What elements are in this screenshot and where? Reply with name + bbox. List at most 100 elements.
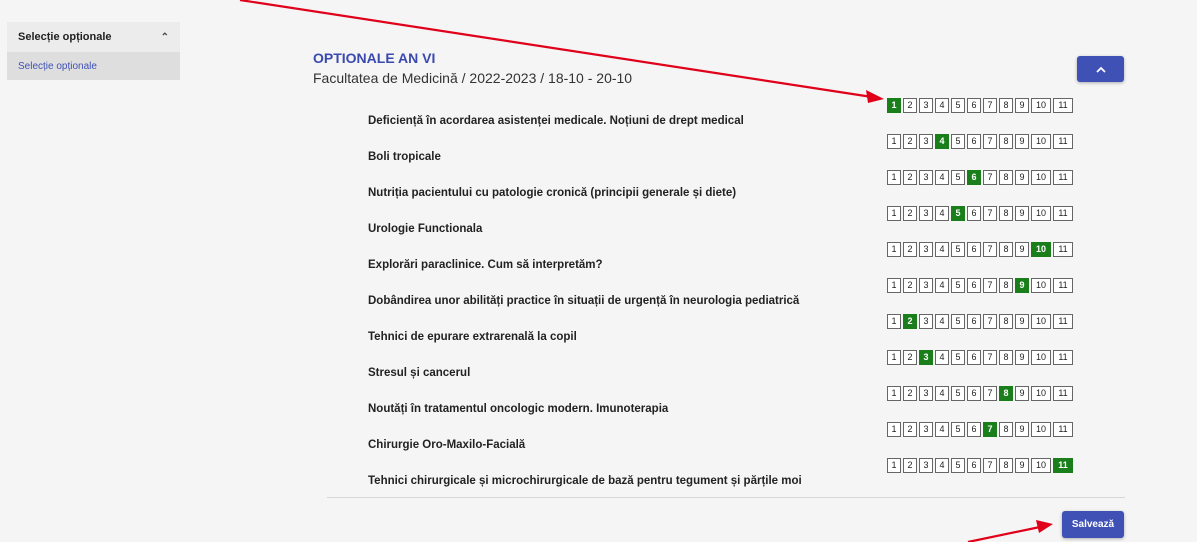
rank-option-9[interactable]: 9 xyxy=(1015,170,1029,185)
rank-option-3[interactable]: 3 xyxy=(919,170,933,185)
rank-option-4[interactable]: 4 xyxy=(935,206,949,221)
rank-option-8[interactable]: 8 xyxy=(999,206,1013,221)
rank-option-8[interactable]: 8 xyxy=(999,422,1013,437)
rank-option-6[interactable]: 6 xyxy=(967,98,981,113)
rank-option-6[interactable]: 6 xyxy=(967,278,981,293)
sidebar-section-header[interactable]: Selecție opționale ⌃ xyxy=(7,22,180,52)
rank-option-5[interactable]: 5 xyxy=(951,206,965,221)
rank-option-2[interactable]: 2 xyxy=(903,386,917,401)
rank-option-1[interactable]: 1 xyxy=(887,278,901,293)
rank-option-4[interactable]: 4 xyxy=(935,386,949,401)
rank-option-2[interactable]: 2 xyxy=(903,242,917,257)
rank-option-8[interactable]: 8 xyxy=(999,314,1013,329)
rank-option-9[interactable]: 9 xyxy=(1015,242,1029,257)
rank-option-11[interactable]: 11 xyxy=(1053,134,1073,149)
rank-option-10[interactable]: 10 xyxy=(1031,314,1051,329)
rank-option-4[interactable]: 4 xyxy=(935,278,949,293)
rank-option-1[interactable]: 1 xyxy=(887,134,901,149)
rank-option-9[interactable]: 9 xyxy=(1015,422,1029,437)
rank-option-6[interactable]: 6 xyxy=(967,170,981,185)
rank-option-6[interactable]: 6 xyxy=(967,386,981,401)
rank-option-7[interactable]: 7 xyxy=(983,242,997,257)
rank-option-8[interactable]: 8 xyxy=(999,350,1013,365)
rank-option-9[interactable]: 9 xyxy=(1015,206,1029,221)
rank-option-4[interactable]: 4 xyxy=(935,98,949,113)
rank-option-1[interactable]: 1 xyxy=(887,314,901,329)
rank-option-7[interactable]: 7 xyxy=(983,170,997,185)
rank-option-5[interactable]: 5 xyxy=(951,98,965,113)
rank-option-2[interactable]: 2 xyxy=(903,422,917,437)
rank-option-3[interactable]: 3 xyxy=(919,206,933,221)
rank-option-11[interactable]: 11 xyxy=(1053,206,1073,221)
rank-option-2[interactable]: 2 xyxy=(903,350,917,365)
rank-option-5[interactable]: 5 xyxy=(951,422,965,437)
rank-option-4[interactable]: 4 xyxy=(935,242,949,257)
collapse-button[interactable] xyxy=(1077,56,1124,82)
rank-option-8[interactable]: 8 xyxy=(999,242,1013,257)
rank-option-5[interactable]: 5 xyxy=(951,350,965,365)
rank-option-3[interactable]: 3 xyxy=(919,98,933,113)
save-button[interactable]: Salvează xyxy=(1062,511,1124,538)
rank-option-6[interactable]: 6 xyxy=(967,422,981,437)
rank-option-10[interactable]: 10 xyxy=(1031,278,1051,293)
rank-option-9[interactable]: 9 xyxy=(1015,278,1029,293)
rank-option-7[interactable]: 7 xyxy=(983,98,997,113)
rank-option-1[interactable]: 1 xyxy=(887,422,901,437)
rank-option-4[interactable]: 4 xyxy=(935,458,949,473)
rank-option-4[interactable]: 4 xyxy=(935,134,949,149)
rank-option-4[interactable]: 4 xyxy=(935,422,949,437)
rank-option-3[interactable]: 3 xyxy=(919,242,933,257)
rank-option-1[interactable]: 1 xyxy=(887,242,901,257)
rank-option-1[interactable]: 1 xyxy=(887,386,901,401)
rank-option-1[interactable]: 1 xyxy=(887,458,901,473)
rank-option-2[interactable]: 2 xyxy=(903,278,917,293)
rank-option-2[interactable]: 2 xyxy=(903,98,917,113)
rank-option-7[interactable]: 7 xyxy=(983,386,997,401)
rank-option-6[interactable]: 6 xyxy=(967,242,981,257)
rank-option-5[interactable]: 5 xyxy=(951,278,965,293)
rank-option-10[interactable]: 10 xyxy=(1031,242,1051,257)
rank-option-9[interactable]: 9 xyxy=(1015,134,1029,149)
rank-option-4[interactable]: 4 xyxy=(935,170,949,185)
rank-option-6[interactable]: 6 xyxy=(967,206,981,221)
rank-option-2[interactable]: 2 xyxy=(903,134,917,149)
rank-option-3[interactable]: 3 xyxy=(919,422,933,437)
rank-option-6[interactable]: 6 xyxy=(967,314,981,329)
rank-option-6[interactable]: 6 xyxy=(967,134,981,149)
rank-option-3[interactable]: 3 xyxy=(919,350,933,365)
rank-option-9[interactable]: 9 xyxy=(1015,98,1029,113)
rank-option-3[interactable]: 3 xyxy=(919,278,933,293)
rank-option-11[interactable]: 11 xyxy=(1053,422,1073,437)
rank-option-1[interactable]: 1 xyxy=(887,350,901,365)
rank-option-11[interactable]: 11 xyxy=(1053,314,1073,329)
rank-option-11[interactable]: 11 xyxy=(1053,278,1073,293)
rank-option-5[interactable]: 5 xyxy=(951,134,965,149)
chevron-up-icon[interactable]: ⌃ xyxy=(161,32,169,43)
rank-option-8[interactable]: 8 xyxy=(999,170,1013,185)
rank-option-8[interactable]: 8 xyxy=(999,98,1013,113)
sidebar-item-selectie-optionale[interactable]: Selecție opționale xyxy=(7,52,180,80)
rank-option-11[interactable]: 11 xyxy=(1053,170,1073,185)
rank-option-5[interactable]: 5 xyxy=(951,242,965,257)
rank-option-10[interactable]: 10 xyxy=(1031,98,1051,113)
rank-option-8[interactable]: 8 xyxy=(999,134,1013,149)
rank-option-9[interactable]: 9 xyxy=(1015,350,1029,365)
rank-option-9[interactable]: 9 xyxy=(1015,314,1029,329)
rank-option-2[interactable]: 2 xyxy=(903,458,917,473)
rank-option-7[interactable]: 7 xyxy=(983,278,997,293)
rank-option-10[interactable]: 10 xyxy=(1031,422,1051,437)
rank-option-8[interactable]: 8 xyxy=(999,458,1013,473)
rank-option-8[interactable]: 8 xyxy=(999,278,1013,293)
rank-option-1[interactable]: 1 xyxy=(887,206,901,221)
rank-option-10[interactable]: 10 xyxy=(1031,170,1051,185)
rank-option-9[interactable]: 9 xyxy=(1015,386,1029,401)
rank-option-10[interactable]: 10 xyxy=(1031,458,1051,473)
rank-option-6[interactable]: 6 xyxy=(967,350,981,365)
rank-option-10[interactable]: 10 xyxy=(1031,350,1051,365)
rank-option-9[interactable]: 9 xyxy=(1015,458,1029,473)
rank-option-10[interactable]: 10 xyxy=(1031,134,1051,149)
rank-option-2[interactable]: 2 xyxy=(903,170,917,185)
rank-option-5[interactable]: 5 xyxy=(951,170,965,185)
rank-option-3[interactable]: 3 xyxy=(919,134,933,149)
rank-option-11[interactable]: 11 xyxy=(1053,350,1073,365)
